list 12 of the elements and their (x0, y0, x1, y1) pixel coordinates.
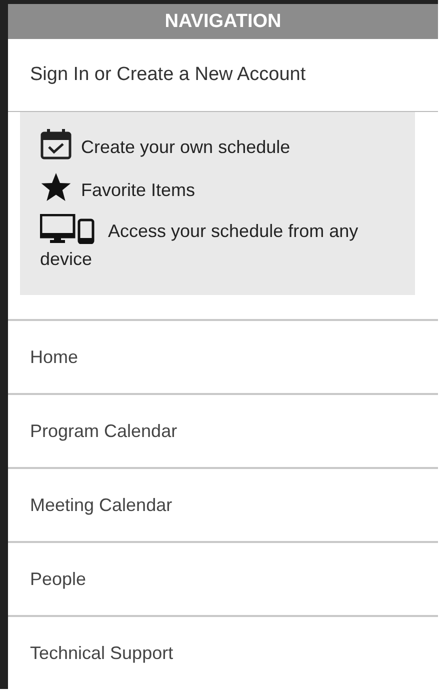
calendar-check-icon (40, 128, 72, 160)
monitor-phone-icon (40, 214, 96, 244)
header-title: NAVIGATION (164, 10, 282, 32)
menu-item[interactable]: Home (8, 319, 438, 393)
feature-text: Favorite Items (40, 171, 407, 204)
feature-text: Access your schedule from any device (40, 214, 407, 273)
star-icon (40, 171, 72, 203)
menu-item[interactable]: People (8, 541, 438, 615)
menu-item[interactable]: Meeting Calendar (8, 467, 438, 541)
menu-item[interactable]: Program Calendar (8, 393, 438, 467)
feature-text: Create your own schedule (40, 128, 407, 161)
menu-item[interactable]: Technical Support (8, 615, 438, 689)
